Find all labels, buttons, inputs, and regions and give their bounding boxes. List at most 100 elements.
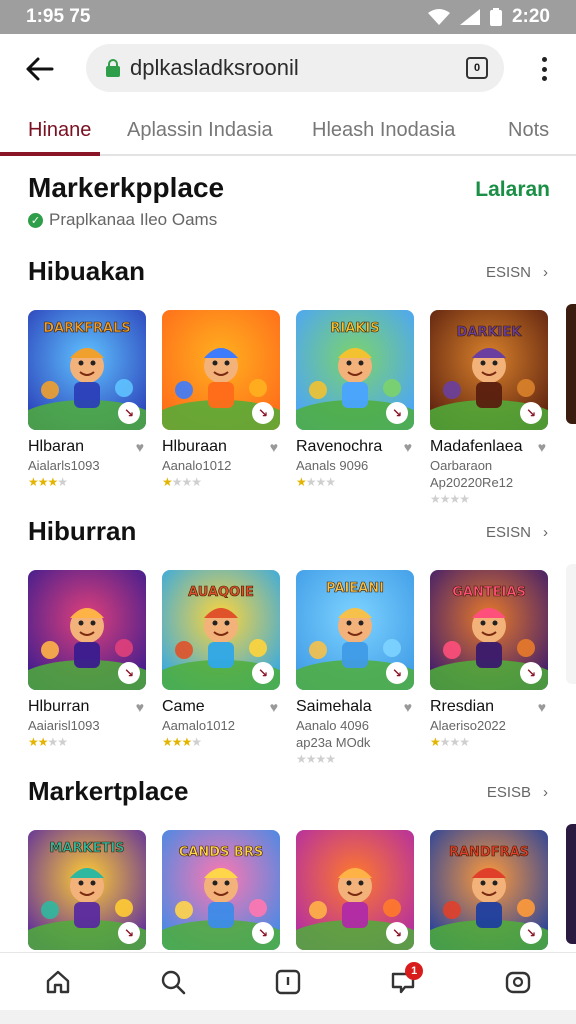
nav-home[interactable]: [28, 953, 88, 1011]
app-subtitle-2: ap23a MOdk: [296, 735, 371, 750]
app-card[interactable]: GANTEIAS ↘ Rresdian ♥ Alaeriso2022 ★★★★: [430, 570, 548, 766]
install-badge-icon: ↘: [252, 922, 274, 944]
verified-text: Praplkanaa Ileo Oams: [49, 210, 218, 229]
wifi-icon: [427, 9, 450, 25]
app-artwork: MARKETIS ↘: [28, 830, 146, 950]
nav-library[interactable]: [258, 953, 318, 1011]
app-card[interactable]: AUAQOIE ↘ Came ♥ Aamalo1012 ★★★★: [162, 570, 280, 766]
card-peek[interactable]: [566, 304, 576, 424]
see-more-link[interactable]: ESISN ›: [486, 264, 548, 281]
app-artwork: ↘: [162, 310, 280, 430]
chevron-right-icon: ›: [543, 784, 548, 801]
verified-row: ✓ Praplkanaa Ileo Oams: [28, 210, 552, 230]
svg-text:CANDS BRS: CANDS BRS: [179, 845, 263, 860]
heart-icon[interactable]: ♥: [136, 699, 144, 715]
install-badge-icon: ↘: [520, 922, 542, 944]
overflow-menu-icon[interactable]: [534, 54, 554, 84]
card-row: ↘ Hlburran ♥ Aaiarisl1093 ★★★★ AUAQOIE ↘…: [28, 570, 548, 766]
card-peek[interactable]: [566, 564, 576, 684]
svg-text:MARKETIS: MARKETIS: [49, 841, 124, 856]
see-more-link[interactable]: ESISN ›: [486, 524, 548, 541]
app-artwork: DARKIEK ↘: [430, 310, 548, 430]
app-name: Came: [162, 698, 205, 715]
svg-text:GANTEIAS: GANTEIAS: [452, 585, 526, 600]
see-more-link[interactable]: ESISB ›: [487, 784, 548, 801]
url-text: dplkasladksroonil: [130, 55, 299, 80]
library-icon: [275, 969, 301, 994]
rating-stars: ★★★★: [430, 735, 470, 749]
app-meta: Rresdian ♥ Alaeriso2022 ★★★★: [430, 698, 548, 749]
app-meta: Hlburran ♥ Aaiarisl1093 ★★★★: [28, 698, 146, 749]
card-row: DARKFRALS ↘ Hlbaran ♥ Aialarls1093 ★★★★: [28, 310, 548, 506]
card-peek[interactable]: [566, 824, 576, 944]
app-meta: Hlburaan ♥ Aanalo1012 ★★★★: [162, 438, 280, 489]
app-artwork: ↘: [28, 570, 146, 690]
lock-icon: [106, 59, 120, 77]
tab-hleash[interactable]: Hleash Inodasia: [312, 104, 455, 156]
header-action-link[interactable]: Lalaran: [475, 178, 550, 202]
heart-icon[interactable]: ♥: [404, 439, 412, 455]
app-meta: Came ♥ Aamalo1012 ★★★★: [162, 698, 280, 749]
install-badge-icon: ↘: [118, 922, 140, 944]
nav-search[interactable]: [143, 953, 203, 1011]
app-card[interactable]: RANDFRAS ↘: [430, 830, 548, 960]
section-markertplace: Markertplace ESISB › MARKETIS ↘ CANDS BR…: [0, 776, 576, 950]
app-name: Hlburaan: [162, 438, 227, 455]
app-card[interactable]: CANDS BRS ↘: [162, 830, 280, 960]
install-badge-icon: ↘: [520, 402, 542, 424]
heart-icon[interactable]: ♥: [538, 699, 546, 715]
status-time: 1:95 75: [26, 6, 91, 27]
heart-icon[interactable]: ♥: [270, 699, 278, 715]
heart-icon[interactable]: ♥: [538, 439, 546, 455]
svg-text:RIAKIS: RIAKIS: [330, 321, 379, 336]
app-artwork: DARKFRALS ↘: [28, 310, 146, 430]
app-name: Saimehala: [296, 698, 372, 715]
tab-aplassin[interactable]: Aplassin Indasia: [127, 104, 273, 156]
app-name: Hlbaran: [28, 438, 85, 455]
app-subtitle: Aanals 9096: [296, 458, 369, 473]
tab-nots[interactable]: Nots: [508, 104, 549, 156]
address-bar[interactable]: dplkasladksroonil 0: [86, 44, 504, 92]
install-badge-icon: ↘: [118, 402, 140, 424]
app-card[interactable]: RIAKIS ↘ Ravenochra ♥ Aanals 9096 ★★★★: [296, 310, 414, 506]
tab-home[interactable]: Hinane: [28, 104, 91, 156]
nav-profile[interactable]: [488, 953, 548, 1011]
battery-icon: [489, 8, 502, 26]
install-badge-icon: ↘: [252, 662, 274, 684]
heart-icon[interactable]: ♥: [270, 439, 278, 455]
install-badge-icon: ↘: [386, 662, 408, 684]
status-icons: 2:20: [427, 6, 550, 28]
nav-notifications[interactable]: 1: [373, 953, 433, 1011]
app-subtitle: Aanalo1012: [162, 458, 232, 473]
app-meta: Saimehala ♥ Aanalo 4096 ap23a MOdk ★★★★: [296, 698, 414, 766]
app-meta: Ravenochra ♥ Aanals 9096 ★★★★: [296, 438, 414, 489]
marketplace-header: Markerkpplace Lalaran ✓ Praplkanaa Ileo …: [28, 172, 552, 230]
status-bar: 1:95 75 2:20: [0, 0, 576, 34]
section-hibuakan: Hibuakan ESISN › DARKFRALS ↘ Hlbaran ♥ Ai…: [0, 256, 576, 506]
heart-icon[interactable]: ♥: [136, 439, 144, 455]
app-card[interactable]: MARKETIS ↘: [28, 830, 146, 960]
app-card[interactable]: PAIEANI ↘ Saimehala ♥ Aanalo 4096 ap23a …: [296, 570, 414, 766]
install-badge-icon: ↘: [252, 402, 274, 424]
back-button[interactable]: [0, 34, 80, 104]
app-subtitle: Aialarls1093: [28, 458, 100, 473]
app-artwork: PAIEANI ↘: [296, 570, 414, 690]
card-row: MARKETIS ↘ CANDS BRS ↘ ↘ RANDFRAS ↘: [28, 830, 548, 960]
heart-icon[interactable]: ♥: [404, 699, 412, 715]
verified-check-icon: ✓: [28, 212, 43, 228]
page-title: Markerkpplace: [28, 172, 225, 203]
app-card[interactable]: ↘: [296, 830, 414, 960]
rating-stars: ★★★★: [28, 735, 68, 749]
app-subtitle: Aamalo1012: [162, 718, 235, 733]
app-card[interactable]: ↘ Hlburran ♥ Aaiarisl1093 ★★★★: [28, 570, 146, 766]
rating-stars: ★★★★: [296, 752, 336, 766]
app-card[interactable]: DARKFRALS ↘ Hlbaran ♥ Aialarls1093 ★★★★: [28, 310, 146, 506]
browser-toolbar: dplkasladksroonil 0: [0, 34, 576, 104]
bottom-navigation: 1: [0, 952, 576, 1010]
app-card[interactable]: ↘ Hlburaan ♥ Aanalo1012 ★★★★: [162, 310, 280, 506]
signal-icon: [459, 9, 480, 25]
app-card[interactable]: DARKIEK ↘ Madafenlaea ♥ Oarbaraon Ap2022…: [430, 310, 548, 506]
app-artwork: RANDFRAS ↘: [430, 830, 548, 950]
app-artwork: GANTEIAS ↘: [430, 570, 548, 690]
tab-switcher-button[interactable]: 0: [466, 57, 488, 79]
